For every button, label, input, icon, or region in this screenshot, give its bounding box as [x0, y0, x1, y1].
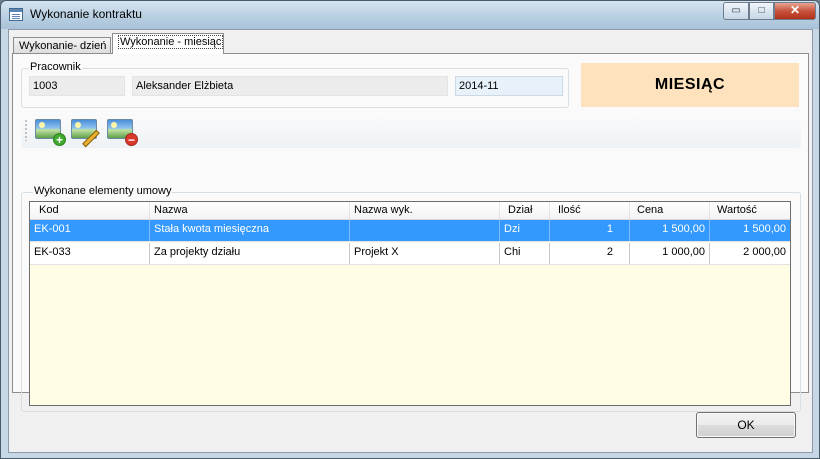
items-grid[interactable]: Kod Nazwa Nazwa wyk. Dział Ilość Cena Wa…	[29, 201, 791, 406]
tab-page-monthly: Pracownik 1003 Aleksander Elżbieta 2014-…	[12, 53, 809, 412]
column-header-nazwa-wyk[interactable]: Nazwa wyk.	[350, 202, 500, 219]
minus-icon: −	[125, 133, 138, 146]
cell-ilosc: 2	[550, 243, 630, 264]
maximize-button[interactable]: □	[749, 2, 774, 20]
edit-item-button[interactable]	[71, 118, 100, 148]
item-toolbar: + −	[21, 112, 801, 148]
cell-kod: EK-033	[30, 243, 150, 264]
table-row[interactable]: EK-001 Stała kwota miesięczna Dzi 1 1 50…	[30, 220, 790, 242]
table-row[interactable]: EK-033 Za projekty działu Projekt X Chi …	[30, 243, 790, 265]
cell-nazwa-wyk: Projekt X	[350, 243, 500, 264]
window-title: Wykonanie kontraktu	[30, 7, 142, 21]
column-header-wartosc[interactable]: Wartość	[710, 202, 790, 219]
cell-dzial: Dzi	[500, 220, 550, 241]
column-header-dzial[interactable]: Dział	[500, 202, 550, 219]
ok-button[interactable]: OK	[696, 412, 796, 438]
cell-cena: 1 000,00	[630, 243, 710, 264]
column-header-kod[interactable]: Kod	[30, 202, 150, 219]
period-field[interactable]: 2014-11	[455, 76, 563, 96]
dialog-client-area: Wykonanie- dzień Wykonanie - miesiąc Pra…	[8, 29, 813, 453]
cell-nazwa-wyk	[350, 220, 500, 241]
column-header-nazwa[interactable]: Nazwa	[150, 202, 350, 219]
column-header-cena[interactable]: Cena	[630, 202, 710, 219]
remove-item-button[interactable]: −	[107, 118, 138, 146]
cell-cena: 1 500,00	[630, 220, 710, 241]
dialog-window: Wykonanie kontraktu ▭ □ ✕ Wykonanie- dzi…	[0, 0, 820, 459]
cell-ilosc: 1	[550, 220, 630, 241]
title-bar[interactable]: Wykonanie kontraktu ▭ □ ✕	[1, 1, 819, 29]
tab-monthly-label: Wykonanie - miesiąc	[118, 35, 224, 49]
cell-kod: EK-001	[30, 220, 150, 241]
mode-badge: MIESIĄC	[581, 63, 799, 107]
cell-nazwa: Za projekty działu	[150, 243, 350, 264]
employee-name-field[interactable]: Aleksander Elżbieta	[132, 76, 448, 96]
column-header-ilosc[interactable]: Ilość	[550, 202, 630, 219]
grid-header-row: Kod Nazwa Nazwa wyk. Dział Ilość Cena Wa…	[30, 202, 790, 220]
plus-icon: +	[53, 133, 66, 146]
cell-wartosc: 1 500,00	[743, 223, 786, 235]
items-group-label: Wykonane elementy umowy	[33, 185, 173, 197]
close-button[interactable]: ✕	[774, 2, 816, 20]
cell-dzial: Chi	[500, 243, 550, 264]
employee-group-label: Pracownik	[29, 61, 82, 73]
add-item-button[interactable]: +	[35, 118, 66, 146]
tab-monthly[interactable]: Wykonanie - miesiąc	[112, 33, 224, 54]
form-icon	[9, 8, 23, 21]
toolbar-grip[interactable]	[25, 119, 27, 141]
employee-id-field[interactable]: 1003	[29, 76, 125, 96]
cell-nazwa: Stała kwota miesięczna	[150, 220, 350, 241]
minimize-button[interactable]: ▭	[723, 2, 749, 20]
tab-daily[interactable]: Wykonanie- dzień	[13, 37, 111, 54]
cell-wartosc: 2 000,00	[743, 246, 786, 258]
